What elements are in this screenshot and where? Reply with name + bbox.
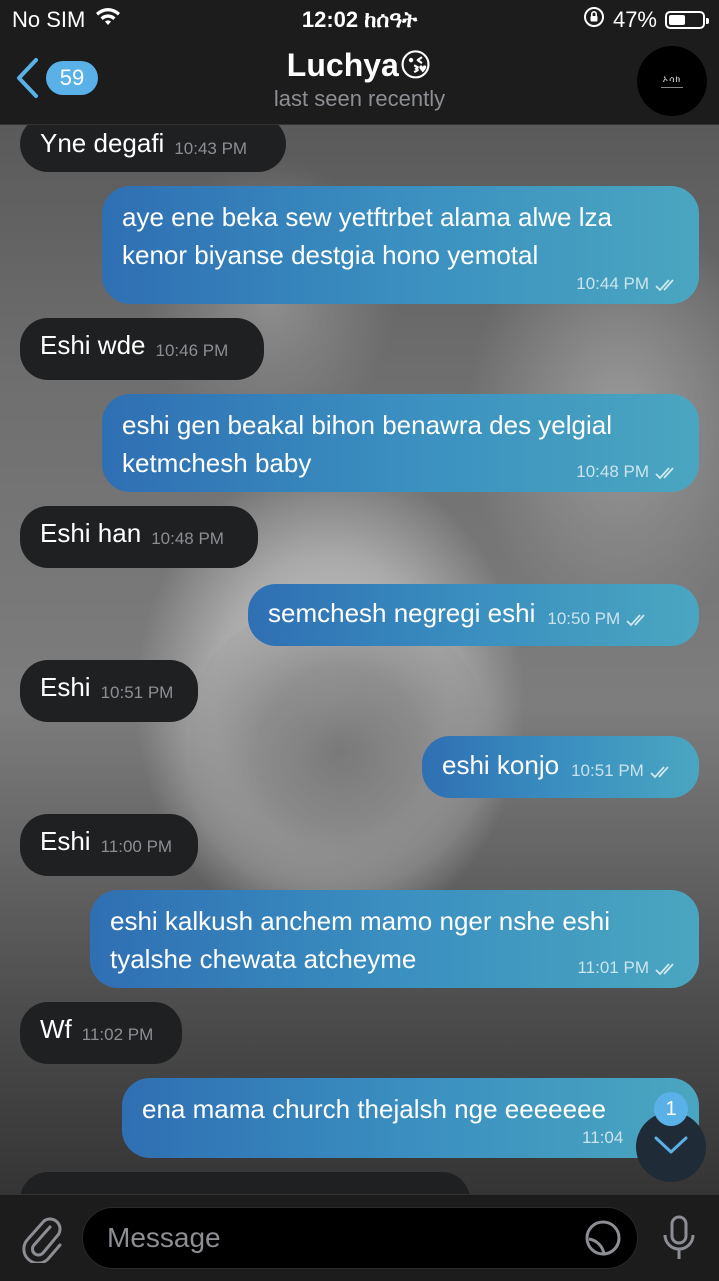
message-input[interactable]: [82, 1207, 638, 1269]
message-text: Eshi han: [40, 518, 142, 548]
message-time: 10:46 PM: [155, 341, 229, 360]
outgoing-message[interactable]: eshi gen beakal bihon benawra des yelgia…: [102, 394, 699, 492]
message-text: eshi konjo: [442, 750, 560, 780]
message-time: 10:44 PM: [576, 274, 649, 293]
outgoing-message[interactable]: eshi konjo 10:51 PM: [422, 736, 699, 798]
status-bar: No SIM 12:02 ከሰዓት 47%: [0, 0, 719, 40]
wifi-icon: [95, 7, 121, 33]
incoming-message[interactable]: Eshi han 10:48 PM: [20, 506, 258, 568]
chevron-down-icon: [653, 1134, 689, 1161]
message-time: 10:50 PM: [547, 609, 621, 628]
message-text: Eshi: [40, 826, 91, 856]
double-check-icon: [655, 465, 679, 485]
incoming-message[interactable]: Eshi 11:00 PM: [20, 814, 198, 876]
unread-badge: 1: [654, 1092, 688, 1126]
message-text: Yne degafi: [40, 128, 165, 158]
double-check-icon: [655, 961, 679, 981]
incoming-message[interactable]: Yne degafi 10:43 PM: [20, 124, 286, 172]
message-text: aye ene beka sew yetftrbet alama alwe lz…: [122, 202, 612, 270]
avatar-logo: ኦሳክ: [662, 74, 682, 84]
message-text: semchesh negregi eshi: [268, 598, 536, 628]
message-time: 11:02 PM: [81, 1025, 154, 1044]
message-time: 10:48 PM: [576, 462, 649, 481]
composer-bar: [0, 1194, 719, 1281]
chat-status: last seen recently: [273, 86, 446, 111]
outgoing-message[interactable]: aye ene beka sew yetftrbet alama alwe lz…: [102, 186, 699, 304]
incoming-message[interactable]: Wf 11:02 PM: [20, 1002, 182, 1064]
message-time: 10:51 PM: [571, 761, 644, 780]
lock-rotation-icon: [583, 6, 605, 34]
chat-header: 59 Luchya😘 last seen recently ኦሳክ: [0, 40, 719, 125]
outgoing-message[interactable]: semchesh negregi eshi 10:50 PM: [248, 584, 699, 646]
paperclip-icon[interactable]: [20, 1213, 64, 1268]
battery-icon: [665, 11, 709, 29]
message-time: 10:51 PM: [100, 683, 174, 702]
incoming-message[interactable]: Eshi wde 10:46 PM: [20, 318, 264, 380]
double-check-icon: [650, 755, 674, 793]
double-check-icon: [655, 277, 679, 297]
message-list[interactable]: Yne degafi 10:43 PM aye ene beka sew yetf…: [0, 124, 719, 1194]
battery-percent: 47%: [612, 7, 657, 32]
message-time: 10:48 PM: [151, 529, 224, 548]
message-time: 11:04: [582, 1128, 624, 1147]
message-text: Wf: [40, 1014, 72, 1044]
message-time: 11:00 PM: [100, 837, 173, 856]
message-text: Eshi: [40, 672, 91, 702]
carrier-label: No SIM: [12, 7, 86, 32]
outgoing-message[interactable]: ena mama church thejalsh nge eeeeeee 11:…: [122, 1078, 699, 1158]
message-time: 10:43 PM: [174, 139, 248, 158]
incoming-message-partial[interactable]: [20, 1172, 470, 1194]
chat-title[interactable]: Luchya😘: [0, 46, 719, 84]
double-check-icon: [626, 603, 650, 641]
sticker-icon[interactable]: [584, 1219, 622, 1262]
outgoing-message[interactable]: eshi kalkush anchem mamo nger nshe eshi …: [90, 890, 699, 988]
message-text: ena mama church thejalsh nge eeeeeee: [142, 1094, 606, 1124]
message-text: Eshi wde: [40, 330, 146, 360]
microphone-icon[interactable]: [660, 1213, 698, 1268]
avatar[interactable]: ኦሳክ: [637, 46, 707, 116]
message-time: 11:01 PM: [577, 958, 649, 977]
incoming-message[interactable]: Eshi 10:51 PM: [20, 660, 198, 722]
